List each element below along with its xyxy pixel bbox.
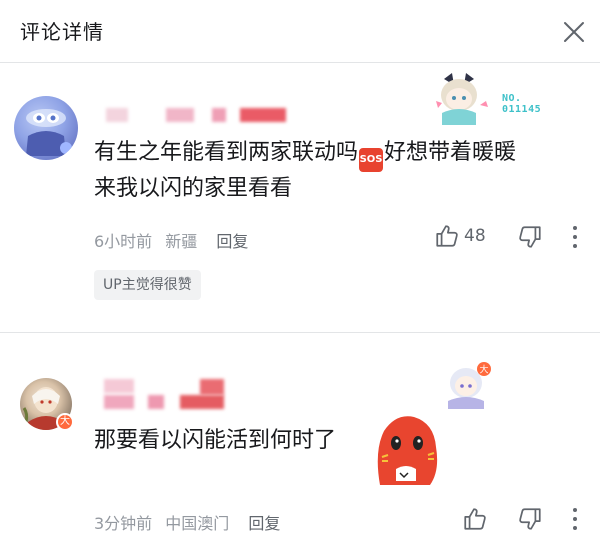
more-dot — [573, 508, 577, 512]
comment-time: 6小时前 — [94, 232, 153, 251]
level-badge: 大 — [56, 413, 74, 431]
avatar-image — [26, 109, 72, 156]
thumbs-up-icon — [436, 225, 458, 247]
comment-item: NO. 011145 有生之年能看到两家联动吗 SOS好想带着暖暖 来我以闪的家里看… — [0, 63, 600, 333]
comment-item: 大 大 那要看以闪能活到何时了 3分钟前 中国澳门 回复 — [0, 345, 600, 544]
username[interactable] — [100, 107, 290, 123]
page-header: 评论详情 — [0, 0, 600, 62]
more-options-button[interactable] — [565, 505, 585, 533]
like-count: 48 — [464, 226, 486, 246]
comment-text-part: 有生之年能看到两家联动吗 — [94, 140, 359, 165]
avatar[interactable] — [14, 96, 78, 160]
comment-divider — [0, 332, 600, 333]
sos-emoji-icon: SOS — [359, 148, 384, 172]
close-button[interactable] — [556, 14, 592, 50]
comment-meta: 3分钟前 中国澳门 回复 — [94, 510, 288, 534]
chibi-icon — [436, 73, 488, 125]
dislike-button[interactable] — [517, 506, 543, 536]
chibi-decoration[interactable]: 大 — [440, 361, 496, 411]
reply-button[interactable]: 回复 — [248, 514, 280, 533]
more-dot — [573, 244, 577, 248]
thumbs-down-icon — [519, 226, 541, 248]
comment-location: 中国澳门 — [165, 514, 230, 533]
sticker-icon — [377, 416, 438, 485]
comment-location: 新疆 — [165, 232, 198, 251]
comment-text-part: 来我以闪的家里看看 — [94, 176, 293, 201]
like-button[interactable] — [462, 506, 488, 532]
like-button[interactable]: 48 — [434, 223, 486, 249]
more-options-button[interactable] — [565, 223, 585, 251]
reply-button[interactable]: 回复 — [216, 232, 248, 251]
comment-text-part: 好想带着暖暖 — [384, 140, 517, 165]
more-dot — [573, 517, 577, 521]
dislike-button[interactable] — [517, 224, 543, 254]
comment-time: 3分钟前 — [94, 514, 153, 533]
close-icon — [564, 22, 584, 42]
more-dot — [573, 526, 577, 530]
page-title: 评论详情 — [20, 20, 104, 44]
more-dot — [573, 226, 577, 230]
comment-text: 那要看以闪能活到何时了 — [94, 428, 337, 453]
comment-text: 有生之年能看到两家联动吗 SOS好想带着暖暖 来我以闪的家里看看 — [94, 136, 594, 206]
comment-meta: 6小时前 新疆 回复 — [94, 228, 256, 252]
up-liked-tag: UP主觉得很赞 — [94, 270, 201, 300]
more-dot — [573, 235, 577, 239]
red-blob-sticker — [370, 411, 442, 491]
username[interactable] — [100, 377, 240, 413]
fan-number: NO. 011145 — [502, 93, 542, 115]
thumbs-up-icon — [464, 508, 486, 530]
thumbs-down-icon — [519, 508, 541, 530]
fan-badge-decoration[interactable]: NO. 011145 — [432, 71, 552, 127]
chibi-icon: 大 — [448, 362, 491, 409]
svg-text:大: 大 — [479, 364, 488, 376]
